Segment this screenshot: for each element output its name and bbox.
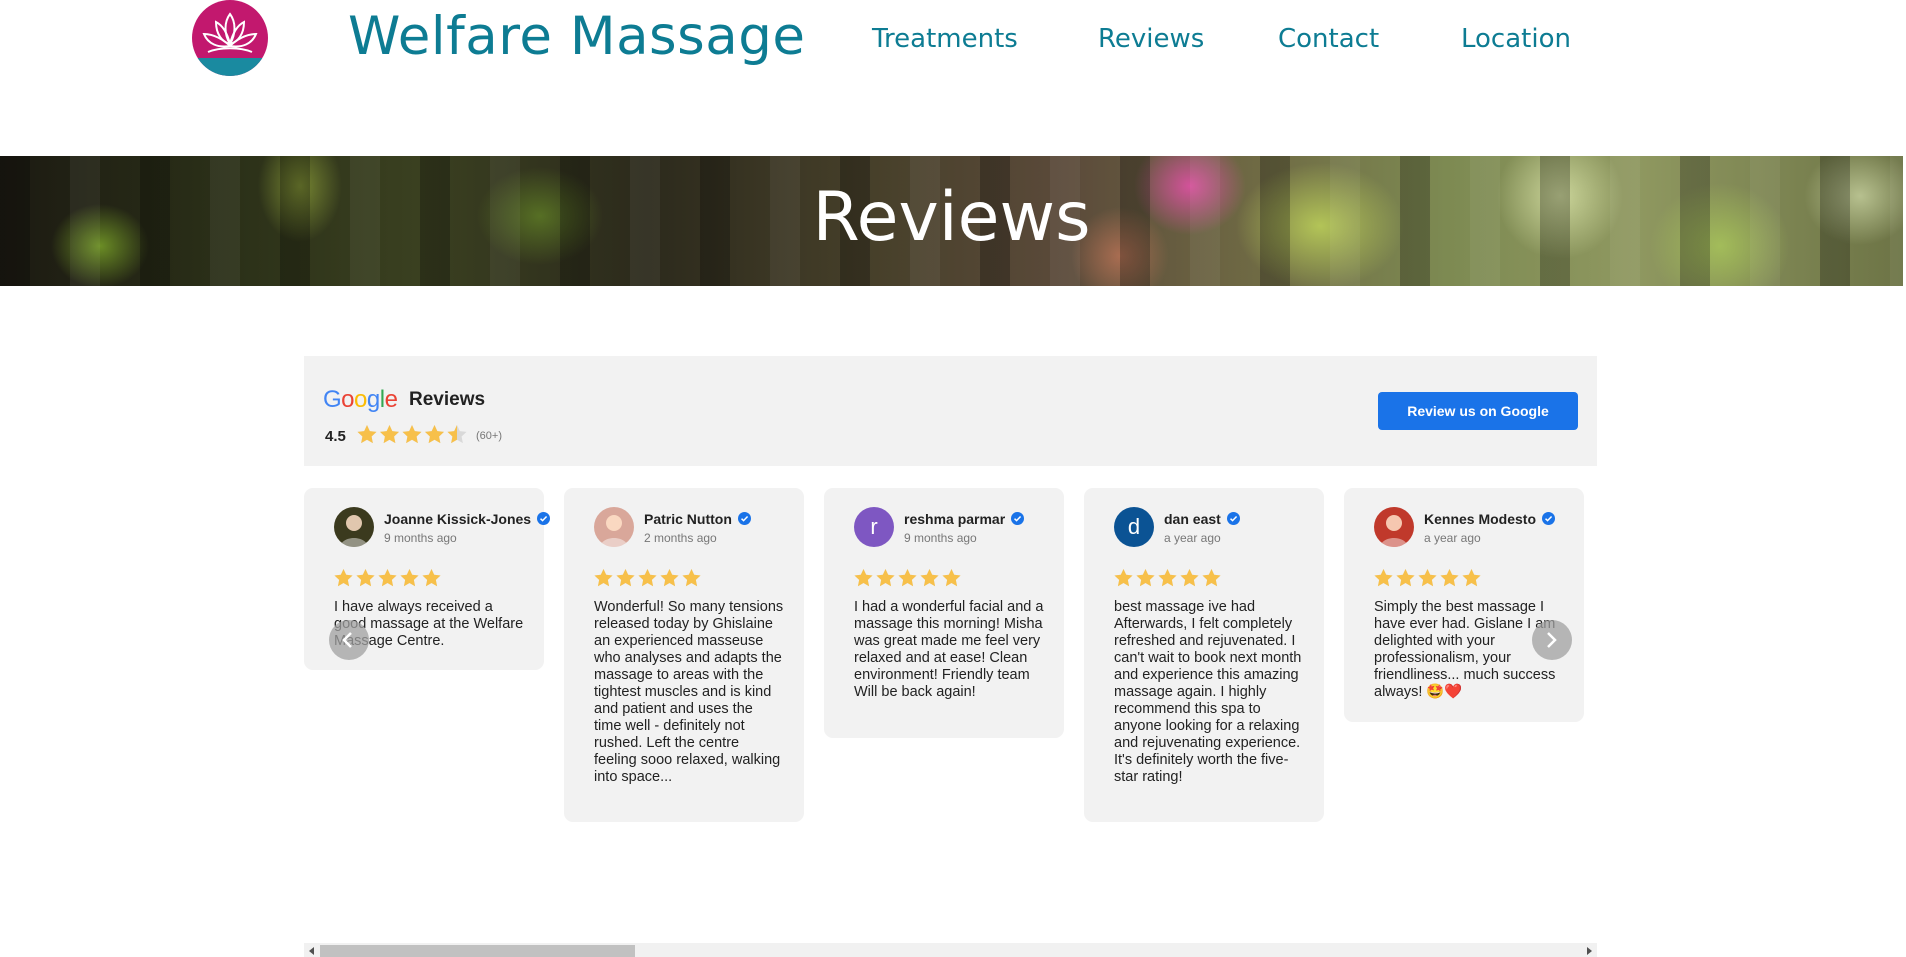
star-filled-icon [379, 425, 400, 444]
scrollbar-thumb[interactable] [320, 945, 635, 957]
chevron-right-icon [1547, 632, 1557, 648]
star-filled-icon [660, 569, 679, 587]
scroll-left-arrow-icon[interactable] [309, 947, 314, 955]
google-logo-letter: o [354, 386, 367, 413]
review-text: I had a wonderful facial and a massage t… [854, 599, 1044, 700]
reviewer-name[interactable]: dan east [1164, 511, 1240, 527]
scroll-right-arrow-icon[interactable] [1587, 947, 1592, 955]
review-us-on-google-button[interactable]: Review us on Google [1378, 392, 1578, 430]
star-filled-icon [402, 425, 422, 444]
reviewer-name[interactable]: Joanne Kissick-Jones [384, 511, 551, 527]
star-filled-icon [1462, 569, 1481, 587]
widget-title: Reviews [409, 389, 486, 410]
star-filled-icon [357, 425, 377, 444]
review-stars [594, 569, 701, 587]
reviewer-name-text[interactable]: dan east [1164, 511, 1221, 527]
star-filled-icon [1136, 569, 1155, 587]
reviews-widget-header: Google Reviews 4.5 (60+) Review us on Go… [304, 356, 1597, 466]
verified-badge-icon [537, 512, 551, 525]
carousel-next-button[interactable] [1532, 620, 1572, 660]
review-stars [854, 569, 961, 587]
google-logo-letter: e [384, 386, 398, 413]
google-logo-icon: Google [323, 386, 398, 414]
verified-badge-icon [737, 512, 751, 525]
star-filled-icon [334, 569, 353, 587]
site-header: Welfare Massage Treatments Reviews Conta… [0, 0, 1906, 156]
star-filled-icon [638, 569, 657, 587]
reviewer-name-text[interactable]: Kennes Modesto [1424, 511, 1536, 527]
review-time: a year ago [1424, 531, 1481, 545]
nav-treatments[interactable]: Treatments [872, 24, 1018, 54]
lotus-logo-icon[interactable] [190, 0, 270, 76]
star-filled-icon [616, 569, 635, 587]
star-filled-icon [1114, 569, 1133, 587]
review-stars [334, 569, 441, 587]
google-logo-letter: o [341, 386, 355, 413]
review-card: Kennes Modesto a year ago Simply the best … [1344, 488, 1584, 722]
star-filled-icon [1202, 569, 1221, 587]
reviewer-name[interactable]: reshma parmar [904, 511, 1025, 527]
nav-reviews[interactable]: Reviews [1098, 24, 1204, 54]
star-filled-icon [378, 569, 397, 587]
star-filled-icon [1440, 569, 1459, 587]
google-logo-letter: g [366, 386, 380, 413]
star-filled-icon [422, 569, 441, 587]
nav-location[interactable]: Location [1461, 24, 1571, 54]
reviewer-name-text[interactable]: Patric Nutton [644, 511, 732, 527]
star-filled-icon [594, 569, 613, 587]
star-filled-icon [356, 569, 375, 587]
verified-badge-icon [1542, 512, 1556, 525]
carousel-prev-button[interactable] [329, 620, 369, 660]
chevron-left-icon [342, 632, 352, 648]
horizontal-scrollbar[interactable] [304, 943, 1597, 957]
star-filled-icon [876, 569, 895, 587]
average-rating: 4.5 [325, 428, 346, 445]
review-time: 9 months ago [904, 531, 977, 545]
hero-banner: Reviews [0, 156, 1903, 286]
star-filled-icon [424, 425, 445, 444]
star-filled-icon [400, 569, 419, 587]
star-filled-icon [854, 569, 873, 587]
reviewer-avatar[interactable]: d [1114, 507, 1154, 547]
star-filled-icon [1180, 569, 1199, 587]
review-time: a year ago [1164, 531, 1221, 545]
reviewer-avatar[interactable]: r [854, 507, 894, 547]
reviewer-avatar[interactable] [594, 507, 634, 547]
star-filled-icon [942, 569, 961, 587]
average-rating-stars [357, 425, 467, 444]
star-filled-icon [682, 569, 701, 587]
star-filled-icon [1374, 569, 1393, 587]
reviewer-avatar[interactable] [334, 507, 374, 547]
hero-title: Reviews [812, 178, 1091, 257]
star-filled-icon [1396, 569, 1415, 587]
star-filled-icon [1418, 569, 1437, 587]
verified-badge-icon [1011, 512, 1025, 525]
star-filled-icon [1158, 569, 1177, 587]
nav-contact[interactable]: Contact [1278, 24, 1379, 54]
star-filled-icon [898, 569, 917, 587]
verified-badge-icon [1226, 512, 1240, 525]
reviewer-avatar[interactable] [1374, 507, 1414, 547]
reviewer-name-text[interactable]: Joanne Kissick-Jones [384, 511, 531, 527]
review-stars [1374, 569, 1481, 587]
star-filled-icon [920, 569, 939, 587]
review-text: best massage ive had Afterwards, I felt … [1114, 599, 1302, 785]
reviewer-name[interactable]: Patric Nutton [644, 511, 751, 527]
review-card: Patric Nutton 2 months ago Wonderful! So m… [564, 488, 804, 822]
review-count: (60+) [476, 430, 502, 442]
review-stars [1114, 569, 1221, 587]
review-time: 2 months ago [644, 531, 717, 545]
google-logo-letter: G [323, 386, 342, 413]
review-text: Wonderful! So many tensions released tod… [594, 599, 784, 785]
review-card: r reshma parmar 9 months ago I had a wonder… [824, 488, 1064, 738]
reviewer-name[interactable]: Kennes Modesto [1424, 511, 1556, 527]
review-time: 9 months ago [384, 531, 457, 545]
brand-name[interactable]: Welfare Massage [348, 6, 806, 67]
reviewer-name-text[interactable]: reshma parmar [904, 511, 1005, 527]
review-card: d dan east a year ago best massage ive had … [1084, 488, 1324, 822]
